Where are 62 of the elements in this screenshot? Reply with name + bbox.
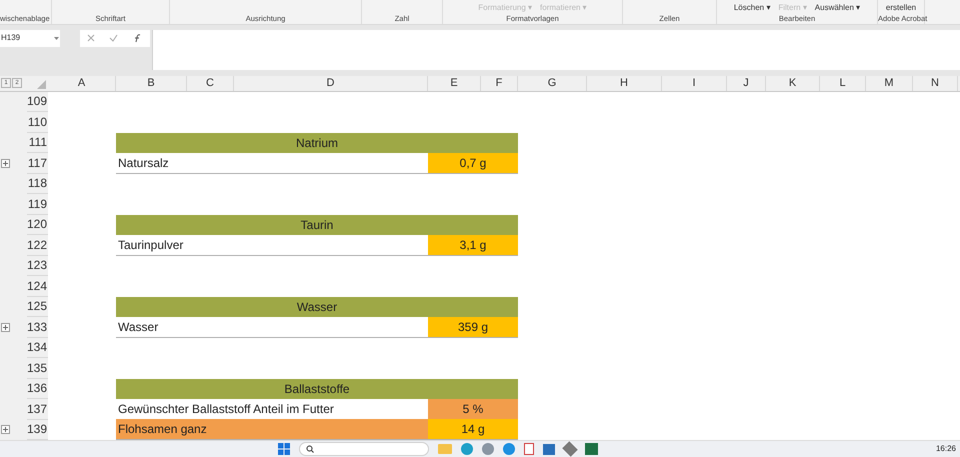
cell-reference: H139 <box>1 32 20 44</box>
row-number[interactable]: 125 <box>27 296 48 318</box>
section-header-cell: Taurin <box>116 214 518 236</box>
row-number[interactable]: 109 <box>27 92 48 112</box>
row-number[interactable]: 134 <box>27 338 48 358</box>
row-number[interactable]: 111 <box>27 132 48 154</box>
column-header[interactable]: A <box>48 76 116 91</box>
row-number[interactable]: 117 <box>27 153 48 174</box>
cancel-icon[interactable] <box>87 34 96 42</box>
dropdown-icon <box>54 36 59 40</box>
value-cell: 0,7 g <box>428 152 518 173</box>
spreadsheet-icon[interactable] <box>585 443 598 456</box>
row-number[interactable]: 137 <box>27 399 48 420</box>
row-number[interactable]: 122 <box>27 235 48 256</box>
label-cell: Flohsamen ganz <box>116 419 428 440</box>
row-number[interactable]: 119 <box>27 194 48 215</box>
row-number[interactable]: 110 <box>27 112 48 133</box>
column-header[interactable]: D <box>234 76 428 91</box>
section-header-cell: Wasser <box>116 296 518 318</box>
name-box[interactable]: H139 <box>0 30 60 47</box>
row-number[interactable]: 135 <box>27 358 48 379</box>
column-header[interactable]: L <box>820 76 866 91</box>
clock: 16:26 <box>936 443 956 456</box>
check-icon[interactable] <box>109 34 118 42</box>
document-icon[interactable] <box>524 443 534 456</box>
column-header[interactable]: N <box>913 76 958 91</box>
column-header[interactable]: B <box>116 76 187 91</box>
column-header[interactable]: K <box>766 76 820 91</box>
expand-button[interactable] <box>1 322 10 332</box>
section-header-cell: Natrium <box>116 132 518 154</box>
row-number[interactable]: 123 <box>27 256 48 276</box>
value-cell: 5 % <box>428 398 518 419</box>
row-number[interactable]: 120 <box>27 214 48 236</box>
plus-icon <box>3 427 8 432</box>
row-number[interactable]: 136 <box>27 378 48 400</box>
column-header[interactable]: H <box>587 76 662 91</box>
function-icon[interactable] <box>132 34 143 43</box>
column-header[interactable]: J <box>727 76 766 91</box>
column-header[interactable]: E <box>428 76 481 91</box>
search-field[interactable] <box>299 442 429 456</box>
value-cell: 3,1 g <box>428 234 518 255</box>
row-number[interactable]: 133 <box>27 317 48 338</box>
row-number[interactable]: 124 <box>27 276 48 297</box>
expand-button[interactable] <box>1 158 10 168</box>
column-header[interactable]: C <box>187 76 234 91</box>
plus-icon <box>3 324 8 330</box>
column-header[interactable]: M <box>866 76 913 91</box>
formula-input[interactable] <box>152 30 960 70</box>
ribbon-command[interactable]: erstellen <box>886 3 916 13</box>
start-icon[interactable] <box>278 443 290 456</box>
column-header[interactable]: G <box>518 76 587 91</box>
expand-button[interactable] <box>1 425 10 434</box>
ribbon-command[interactable]: Löschen ▾ <box>734 3 770 13</box>
plus-icon <box>3 160 8 166</box>
value-cell: 14 g <box>428 419 518 440</box>
row-number[interactable]: 118 <box>27 174 48 194</box>
column-header[interactable]: F <box>481 76 518 91</box>
ribbon-command[interactable]: Auswählen ▾ <box>814 3 860 13</box>
search-icon <box>306 445 314 454</box>
column-header[interactable]: I <box>662 76 727 91</box>
section-header-cell: Ballaststoffe <box>116 378 518 400</box>
value-cell: 359 g <box>428 316 518 337</box>
